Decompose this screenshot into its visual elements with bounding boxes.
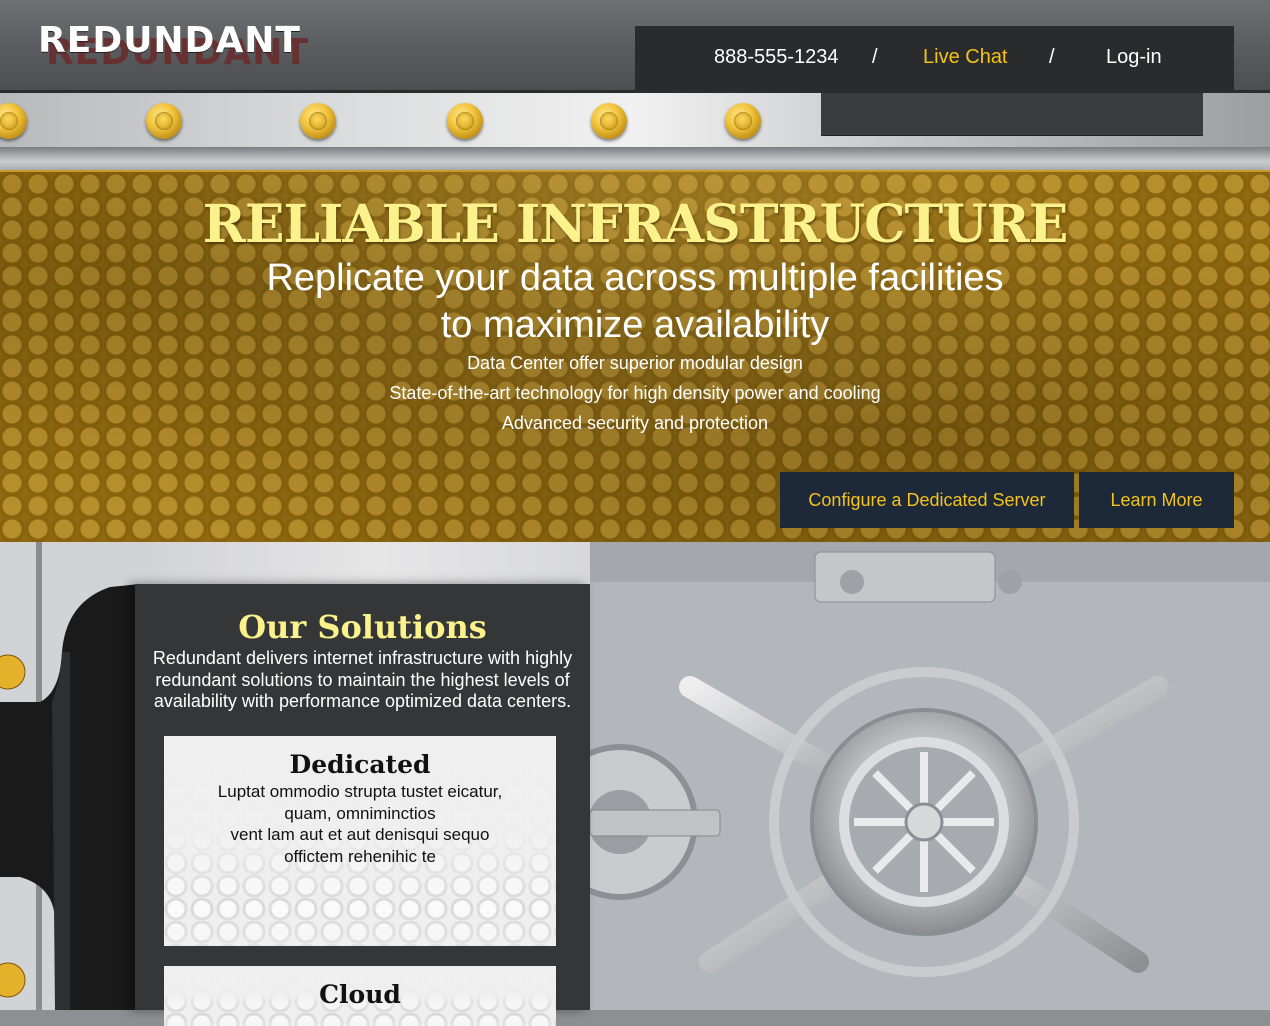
gold-bolt-icon	[591, 103, 627, 139]
cloud-card[interactable]: Cloud	[164, 966, 556, 1026]
metal-band	[0, 93, 1270, 170]
solutions-description: Redundant delivers internet infrastructu…	[152, 648, 573, 711]
solutions-heading: Our Solutions	[238, 608, 487, 646]
card-text: Luptat ommodio strupta tustet eicatur, q…	[164, 781, 556, 867]
phone-number[interactable]: 888-555-1234	[714, 46, 839, 69]
gold-bolt-icon	[447, 103, 483, 139]
metal-strip	[0, 147, 1270, 170]
hero-subtitle-line1: Replicate your data across multiple faci…	[266, 257, 1004, 299]
hero-title: RELIABLE INFRASTRUCTURE	[202, 194, 1069, 255]
card-title: Cloud	[319, 980, 401, 1009]
dark-panel	[821, 93, 1203, 136]
solutions-panel: Our Solutions Redundant delivers interne…	[135, 584, 590, 1026]
top-contact-bar: 888-555-1234 / Live Chat / Log-in	[635, 26, 1234, 90]
hero-feature: State-of-the-art technology for high den…	[389, 383, 881, 403]
card-text-line: vent lam aut et aut denisqui sequo	[230, 825, 490, 844]
hero-feature: Data Center offer superior modular desig…	[467, 353, 803, 373]
dedicated-card[interactable]: Dedicated Luptat ommodio strupta tustet …	[164, 736, 556, 946]
nav-separator: /	[1049, 46, 1055, 68]
left-frame	[0, 542, 140, 1010]
gold-bolt-icon	[300, 103, 336, 139]
gold-bolt-icon	[0, 103, 27, 139]
card-text-line: offictem rehenihic te	[284, 846, 436, 866]
nav-separator: /	[872, 46, 878, 68]
configure-server-button[interactable]: Configure a Dedicated Server	[780, 472, 1074, 528]
site-header: REDUNDANT REDUNDANT 888-555-1234 / Live …	[0, 0, 1270, 93]
gold-bolt-icon	[725, 103, 761, 139]
vault-wheel-image	[590, 542, 1270, 1010]
card-title: Dedicated	[289, 750, 431, 779]
gold-bolt-icon	[146, 103, 182, 139]
logo-text: REDUNDANT	[38, 20, 301, 61]
hero-feature: Advanced security and protection	[501, 413, 769, 433]
learn-more-button[interactable]: Learn More	[1079, 472, 1234, 528]
card-text-line: Luptat ommodio strupta tustet eicatur,	[217, 782, 503, 801]
login-link[interactable]: Log-in	[1106, 46, 1162, 69]
live-chat-link[interactable]: Live Chat	[923, 46, 1008, 69]
hero-banner: RELIABLE INFRASTRUCTURE Replicate your d…	[0, 170, 1270, 546]
card-text-line: quam, omniminctios	[284, 803, 436, 823]
site-logo[interactable]: REDUNDANT REDUNDANT	[38, 20, 328, 80]
hero-subtitle-line2: to maximize availability	[440, 304, 830, 346]
